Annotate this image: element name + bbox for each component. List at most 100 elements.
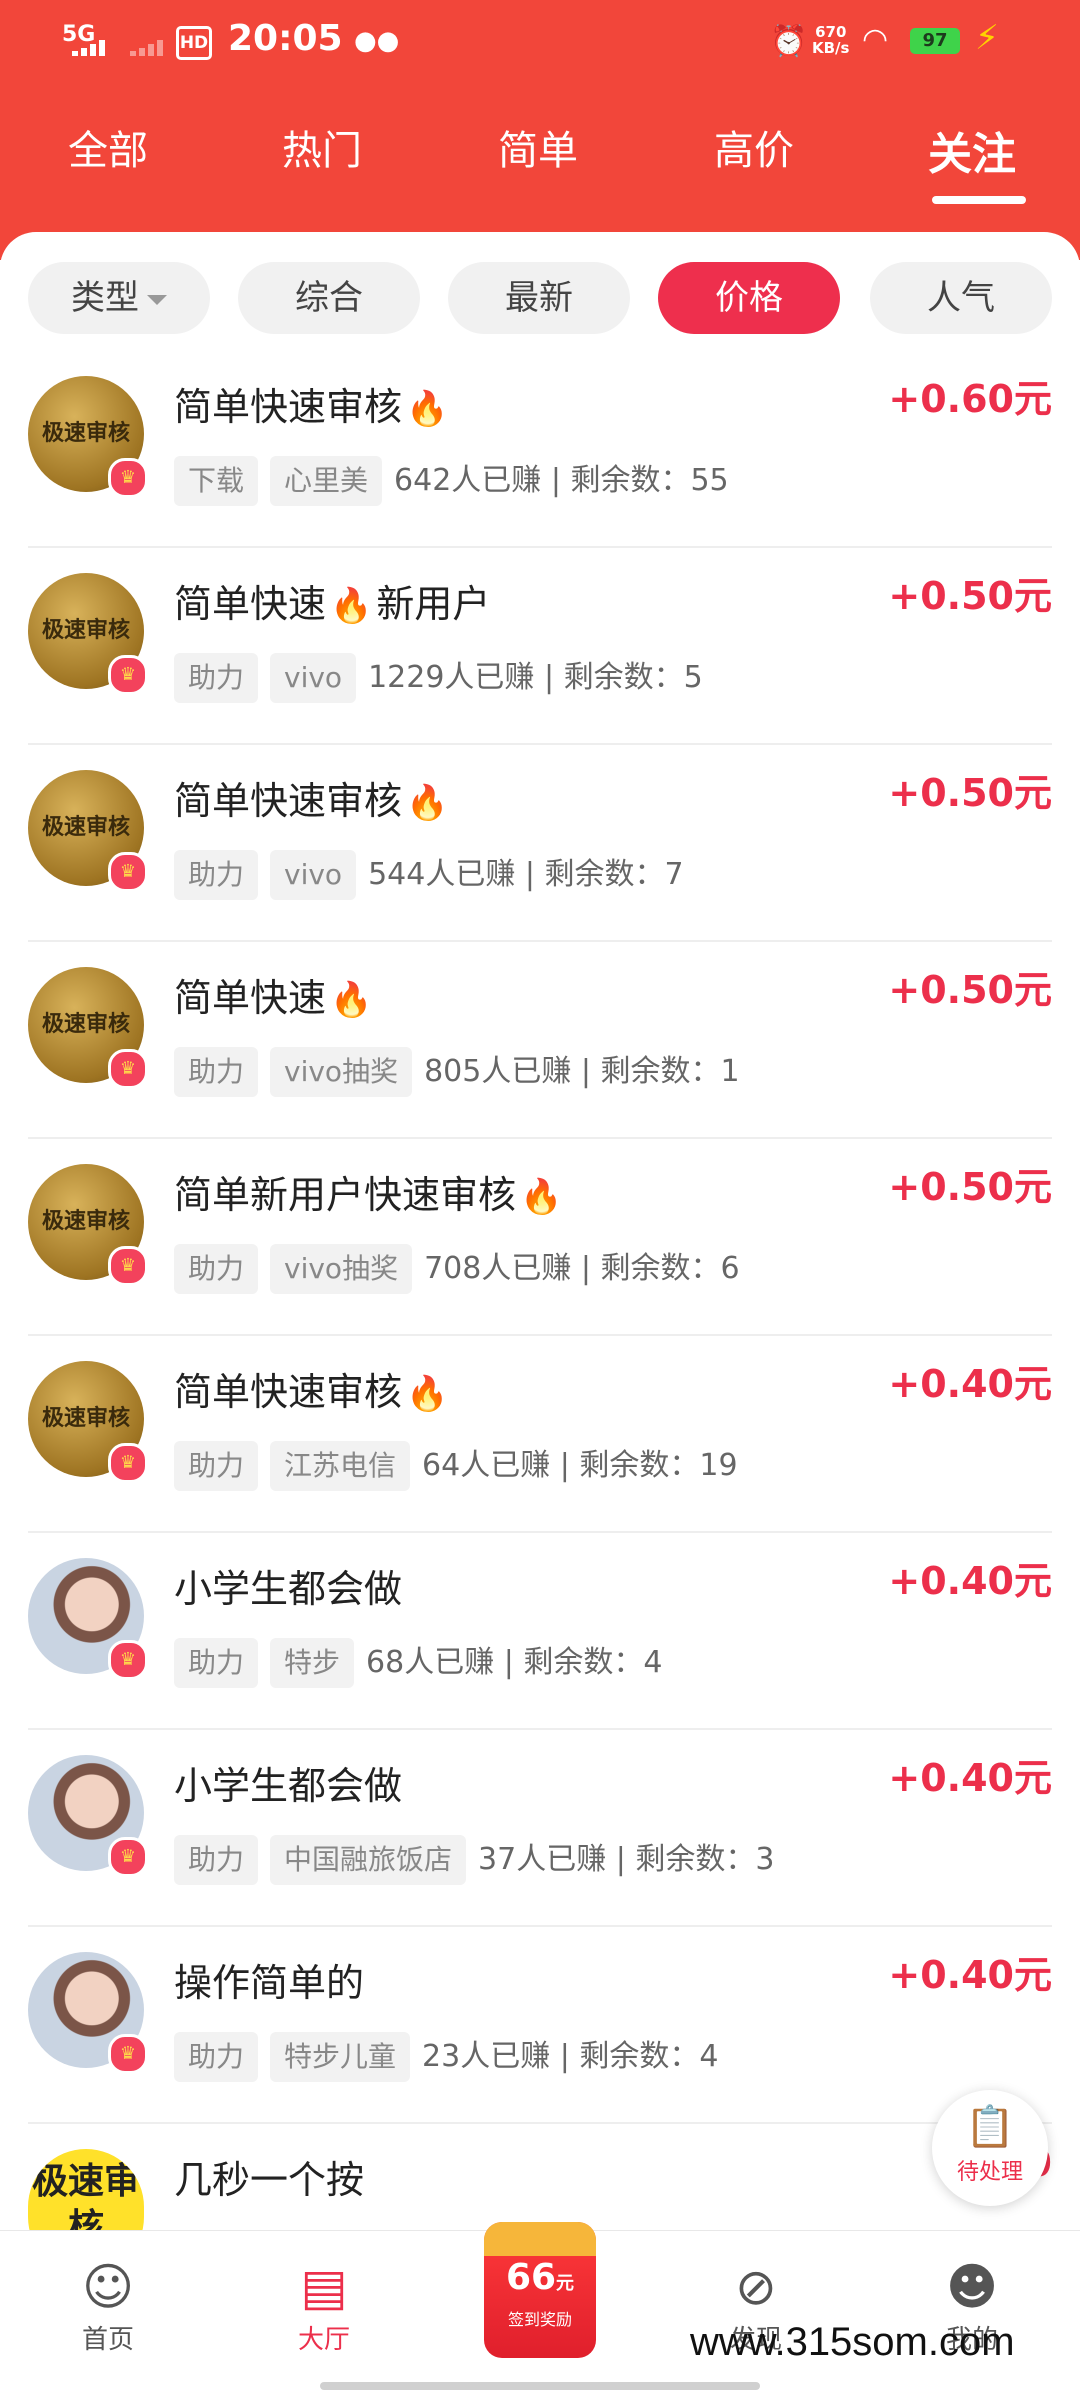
task-tag: 心里美 [270,456,383,506]
caret-down-icon [147,294,167,305]
fire-icon: 🔥 [406,1374,449,1414]
task-title: 简单新用户快速审核 🔥 [174,1164,562,1219]
task-stats: 68人已赚 | 剩余数：4 [366,1645,663,1680]
task-item[interactable]: 极速审核 ♛ 简单快速审核 🔥 助力 江苏电信 64人已赚 | 剩余数：19 +0.4… [0,1337,1080,1533]
coins-icon [484,2222,596,2256]
task-title: 几秒一个按 [174,2158,365,2202]
alarm-icon: ⏰ [770,24,808,59]
signin-amount-value: 66 [505,2257,557,2298]
task-meta: 助力 中国融旅饭店 37人已赚 | 剩余数：3 [174,1835,774,1885]
nav-hall-label: 大厅 [297,2325,350,2355]
task-title: 操作简单的 [174,1961,365,2005]
task-tag: 中国融旅饭店 [270,1835,467,1885]
task-tag: 特步儿童 [270,2032,411,2082]
status-time: 20:05 [228,18,343,59]
filter-type-dropdown[interactable]: 类型 [28,262,210,334]
nav-hall[interactable]: ▤ 大厅 [254,2255,394,2356]
tab-hot[interactable]: 热门 [242,118,402,176]
task-title: 简单快速 🔥 新用户 [174,573,490,628]
divider [28,2122,1052,2124]
nav-home[interactable]: ☺ 首页 [38,2255,178,2356]
task-tag: 助力 [174,1441,259,1491]
filter-popularity[interactable]: 人气 [870,262,1052,334]
task-title: 小学生都会做 [174,1764,403,1808]
task-tag: vivo抽奖 [270,1047,413,1097]
task-stats: 23人已赚 | 剩余数：4 [422,2039,719,2074]
task-title: 小学生都会做 [174,1567,403,1611]
task-item[interactable]: 极速审核 ♛ 简单新用户快速审核 🔥 助力 vivo抽奖 708人已赚 | 剩余数：6… [0,1140,1080,1336]
task-tag: vivo [270,850,357,900]
task-price: +0.40元 [888,1756,1052,1800]
category-tabs: 全部 热门 简单 高价 关注 [0,118,1080,204]
task-meta: 助力 特步儿童 23人已赚 | 剩余数：4 [174,2032,718,2082]
fire-icon: 🔥 [406,783,449,823]
filter-comprehensive[interactable]: 综合 [238,262,420,334]
tab-simple[interactable]: 简单 [458,118,618,176]
clipboard-icon: 📋 [965,2104,1015,2150]
crown-badge-icon: ♛ [108,1837,148,1877]
task-price: +0.50元 [888,1165,1052,1209]
signin-reward-button[interactable]: 66元 签到奖励 [484,2222,596,2358]
task-price: +0.40元 [888,1953,1052,1997]
status-bar: 5G HD 20:05 ●● ⏰ 670 KB/s ◠ 97 ⚡ [0,0,1080,84]
task-price: +0.50元 [888,968,1052,1012]
task-meta: 助力 vivo 1229人已赚 | 剩余数：5 [174,653,703,703]
wechat-icon: ●● [354,26,400,56]
task-price: +0.60元 [888,377,1052,421]
active-tab-underline [932,196,1026,204]
task-item[interactable]: 极速审核 ♛ 简单快速审核 🔥 下载 心里美 642人已赚 | 剩余数：55 +0.6… [0,352,1080,548]
crown-badge-icon: ♛ [108,1640,148,1680]
task-item[interactable]: ♛ 小学生都会做 助力 中国融旅饭店 37人已赚 | 剩余数：3 +0.40元 [0,1731,1080,1927]
task-stats: 805人已赚 | 剩余数：1 [424,1054,740,1089]
divider [28,1531,1052,1533]
pending-label: 待处理 [956,2160,1023,2185]
task-stats: 37人已赚 | 剩余数：3 [478,1842,775,1877]
fire-icon: 🔥 [330,586,373,626]
task-meta: 助力 特步 68人已赚 | 剩余数：4 [174,1638,662,1688]
divider [28,1728,1052,1730]
tab-all[interactable]: 全部 [28,118,188,176]
crown-badge-icon: ♛ [108,458,148,498]
hd-icon: HD [176,26,212,60]
compass-icon: ⊘ [735,2258,777,2316]
task-title-text: 简单快速 [174,582,327,626]
task-item[interactable]: ♛ 操作简单的 助力 特步儿童 23人已赚 | 剩余数：4 +0.40元 [0,1928,1080,2124]
task-title: 简单快速审核 🔥 [174,1361,448,1416]
charging-icon: ⚡ [975,18,999,58]
filter-type-label: 类型 [71,278,139,318]
tab-high-price[interactable]: 高价 [674,118,834,176]
task-title-text: 简单快速审核 [174,385,403,429]
task-item[interactable]: 极速审核 ♛ 简单快速 🔥 新用户 助力 vivo 1229人已赚 | 剩余数：5 +0… [0,549,1080,745]
task-stats: 708人已赚 | 剩余数：6 [424,1251,740,1286]
task-stats: 64人已赚 | 剩余数：19 [422,1448,738,1483]
signin-label: 签到奖励 [507,2310,572,2329]
task-tag: 下载 [174,456,259,506]
task-tag: 助力 [174,1835,259,1885]
task-tag: 特步 [270,1638,355,1688]
tab-follow[interactable]: 关注 [892,118,1052,204]
crown-badge-icon: ♛ [108,2034,148,2074]
task-item[interactable]: 极速审核 ♛ 简单快速审核 🔥 助力 vivo 544人已赚 | 剩余数：7 +0.5… [0,746,1080,942]
task-price: +0.50元 [888,771,1052,815]
task-tag: 助力 [174,1047,259,1097]
filter-latest[interactable]: 最新 [448,262,630,334]
nav-home-label: 首页 [81,2325,134,2355]
signin-amount-unit: 元 [556,2273,575,2294]
task-tag: vivo抽奖 [270,1244,413,1294]
watermark: www.315som.com [690,2320,1015,2364]
pending-button[interactable]: 📋 待处理 [932,2090,1048,2206]
divider [28,1137,1052,1139]
task-meta: 助力 江苏电信 64人已赚 | 剩余数：19 [174,1441,738,1491]
task-meta: 助力 vivo抽奖 708人已赚 | 剩余数：6 [174,1244,740,1294]
task-item[interactable]: 极速审核 ♛ 简单快速 🔥 助力 vivo抽奖 805人已赚 | 剩余数：1 +0.5… [0,943,1080,1139]
task-tag: 助力 [174,653,259,703]
task-tag: 江苏电信 [270,1441,411,1491]
task-stats: 1229人已赚 | 剩余数：5 [368,660,703,695]
signal-2-icon [130,40,170,56]
task-title: 简单快速审核 🔥 [174,376,448,431]
task-price: +0.40元 [888,1362,1052,1406]
task-stats: 544人已赚 | 剩余数：7 [368,857,684,892]
filter-price[interactable]: 价格 [658,262,840,334]
task-meta: 下载 心里美 642人已赚 | 剩余数：55 [174,456,729,506]
task-item[interactable]: ♛ 小学生都会做 助力 特步 68人已赚 | 剩余数：4 +0.40元 [0,1534,1080,1730]
